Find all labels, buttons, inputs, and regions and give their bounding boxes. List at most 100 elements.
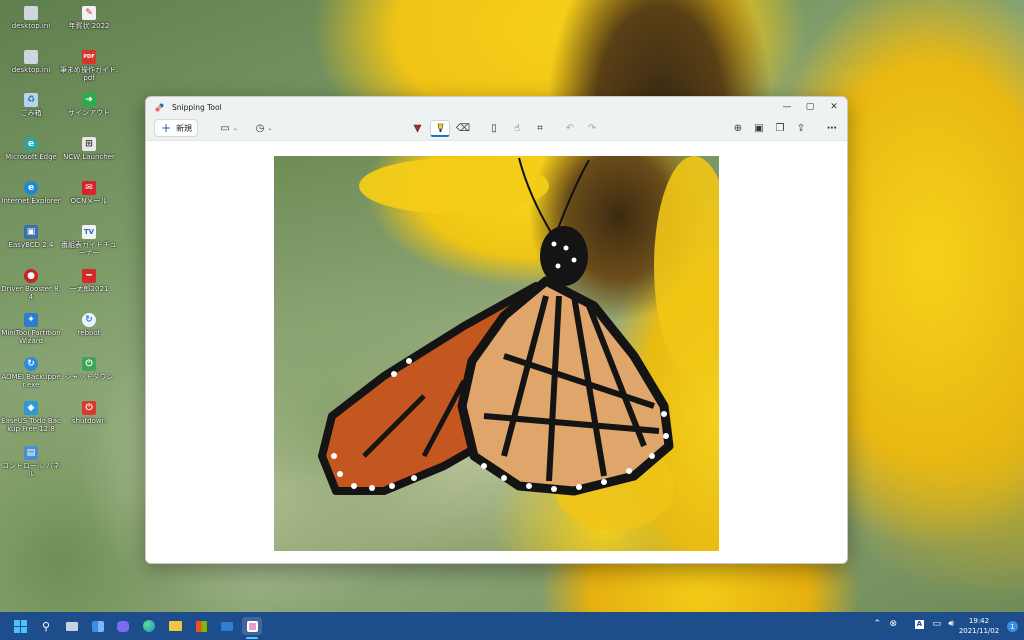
snipping-tool-icon [246, 620, 258, 632]
new-button-label: 新規 [176, 123, 193, 133]
ballpoint-pen-button[interactable] [409, 120, 425, 137]
desktop-icon-shutdown-jp[interactable]: ⏻ シャットダウン [58, 357, 120, 381]
plus-icon: + [161, 121, 172, 135]
crop-button[interactable]: ⌗ [533, 120, 547, 137]
desktop-icon-easybcd[interactable]: ▣ EasyBCD 2.4 [0, 225, 62, 249]
snipping-tool-taskbar-button[interactable] [242, 617, 262, 635]
highlighter-button[interactable] [430, 120, 450, 137]
ncw-launcher-icon: ⊞ [82, 137, 96, 151]
title-bar[interactable]: Snipping Tool — ▢ ✕ [146, 97, 847, 117]
desktop-icon-label: シャットダウン [64, 373, 114, 381]
network-icon[interactable]: ▭ [932, 620, 941, 629]
control-panel-icon: ▤ [24, 446, 38, 460]
desktop-icon-label: サインアウト [68, 109, 110, 117]
desktop-icon-ocn-mail[interactable]: ✉ OCNメール [58, 181, 120, 205]
desktop-icon-edge[interactable]: e Microsoft Edge [0, 137, 62, 161]
desktop-icon-aomei[interactable]: ↻ AOMEI Backupper.exe [0, 357, 62, 389]
snipping-tool-window[interactable]: Snipping Tool — ▢ ✕ + 新規 ▭ ⌄ ◷ ⌄ ⌫ ▯ ☝ ⌗… [145, 96, 848, 564]
desktop-icon-control-panel[interactable]: ▤ コントロール パネル [0, 446, 62, 478]
save-button[interactable]: ▣ [752, 120, 766, 137]
chat-button[interactable] [114, 617, 132, 635]
toolbar: + 新規 ▭ ⌄ ◷ ⌄ ⌫ ▯ ☝ ⌗ ↶ ↷ ⊕ ▣ ❐ ⇪ ⋯ [146, 117, 847, 141]
tray-app-icon[interactable]: ⊗ [889, 620, 897, 629]
shutdown-shortcut-icon: ⏻ [82, 357, 96, 371]
desktop-icon-label: Microsoft Edge [5, 153, 57, 161]
undo-button[interactable]: ↶ [563, 120, 577, 137]
desktop-icon-pdf-guide[interactable]: PDF 筆まめ操作ガイド.pdf [58, 50, 120, 82]
settings-file-icon [24, 6, 38, 20]
redo-button[interactable]: ↷ [585, 120, 599, 137]
driver-booster-icon: ● [24, 269, 38, 283]
crop-icon: ⌗ [537, 122, 543, 134]
snipping-tool-logo-icon [155, 103, 164, 112]
widgets-icon [92, 620, 104, 632]
active-app-indicator [246, 637, 258, 639]
store-button[interactable] [192, 617, 210, 635]
desktop-icon-driver-booster[interactable]: ● Driver Booster 8.4 [0, 269, 62, 301]
start-icon [13, 619, 27, 633]
desktop-icon-desktop-ini-1[interactable]: desktop.ini [0, 6, 62, 30]
ruler-button[interactable]: ▯ [487, 120, 501, 137]
snip-mode-icon: ▭ [220, 122, 230, 134]
task-view-button[interactable] [63, 617, 81, 635]
edge-taskbar-button[interactable] [140, 617, 158, 635]
desktop-icon-label: OCNメール [70, 197, 108, 205]
show-hidden-icons-button[interactable]: ⌃ [873, 620, 881, 629]
desktop-icon-shutdown[interactable]: ⏻ shutdown [58, 401, 120, 425]
pdf-file-icon: PDF [82, 50, 96, 64]
file-explorer-button[interactable] [166, 617, 184, 635]
share-button[interactable]: ⇪ [794, 120, 808, 137]
maximize-button[interactable]: ▢ [802, 100, 818, 114]
search-button[interactable]: ⚲ [37, 617, 55, 635]
copy-button[interactable]: ❐ [773, 120, 787, 137]
edge-icon [143, 620, 155, 632]
desktop-icon-ichitaro[interactable]: ━ 一太郎2021 [58, 269, 120, 293]
undo-icon: ↶ [565, 122, 575, 134]
delay-dropdown[interactable]: ◷ ⌄ [252, 120, 276, 137]
redo-icon: ↷ [587, 122, 597, 134]
desktop-icon-partition-wizard[interactable]: ✦ MiniTool Partition Wizard [0, 313, 62, 345]
desktop-icon-ncw-launcher[interactable]: ⊞ NCW Launcher [58, 137, 120, 161]
more-options-button[interactable]: ⋯ [824, 120, 840, 137]
volume-icon[interactable]: 🔊︎ [948, 620, 954, 629]
clock-time: 19:42 [968, 617, 990, 625]
captured-image[interactable] [274, 156, 719, 551]
desktop-icon-label: desktop.ini [11, 22, 51, 30]
mail-icon [221, 621, 233, 631]
tray-clock[interactable]: 19:42 2021/11/02 [956, 616, 1002, 636]
close-button[interactable]: ✕ [826, 100, 842, 114]
more-options-icon: ⋯ [827, 122, 837, 134]
touch-writing-button[interactable]: ☝ [510, 120, 524, 137]
desktop-icon-sign-out[interactable]: ➜ サインアウト [58, 93, 120, 117]
desktop-icon-label: 年賀状 2022 [68, 22, 110, 30]
notification-badge[interactable]: 1 [1007, 621, 1018, 632]
desktop-icon-easeus[interactable]: ◆ EaseUS Todo Backup Free 12.8 [0, 401, 62, 433]
ballpoint-pen-icon [413, 124, 421, 133]
highlighter-icon [437, 123, 443, 132]
desktop-icon-internet-explorer[interactable]: e Internet Explorer [0, 181, 62, 205]
desktop-icon-label: Internet Explorer [1, 197, 61, 205]
zoom-button[interactable]: ⊕ [731, 120, 745, 137]
settings-file-icon [24, 50, 38, 64]
start-button[interactable] [11, 617, 29, 635]
edge-icon: e [24, 137, 38, 151]
zoom-icon: ⊕ [733, 122, 743, 134]
ruler-icon: ▯ [491, 122, 497, 134]
clock-date: 2021/11/02 [958, 627, 1000, 635]
new-snip-button[interactable]: + 新規 [154, 119, 198, 137]
chevron-down-icon: ⌄ [267, 124, 273, 132]
desktop-icon-recycle-bin[interactable]: ♻ ごみ箱 [0, 93, 62, 117]
desktop-icon-reboot[interactable]: ↻ reboot [58, 313, 120, 337]
minimize-button[interactable]: — [779, 100, 795, 114]
widgets-button[interactable] [89, 617, 107, 635]
desktop-icon-desktop-ini-2[interactable]: desktop.ini [0, 50, 62, 74]
snip-canvas[interactable] [146, 142, 847, 563]
desktop-icon-label: 筆まめ操作ガイド.pdf [59, 66, 119, 82]
ime-mode-icon[interactable]: A [914, 620, 924, 629]
mail-button[interactable] [218, 617, 236, 635]
eraser-button[interactable]: ⌫ [455, 120, 471, 137]
shutdown-icon: ⏻ [82, 401, 96, 415]
desktop-icon-nengajo[interactable]: ✎ 年賀状 2022 [58, 6, 120, 30]
snip-mode-dropdown[interactable]: ▭ ⌄ [217, 120, 241, 137]
desktop-icon-tv-guide[interactable]: TV 番組表ガイドチューナー [58, 225, 120, 257]
